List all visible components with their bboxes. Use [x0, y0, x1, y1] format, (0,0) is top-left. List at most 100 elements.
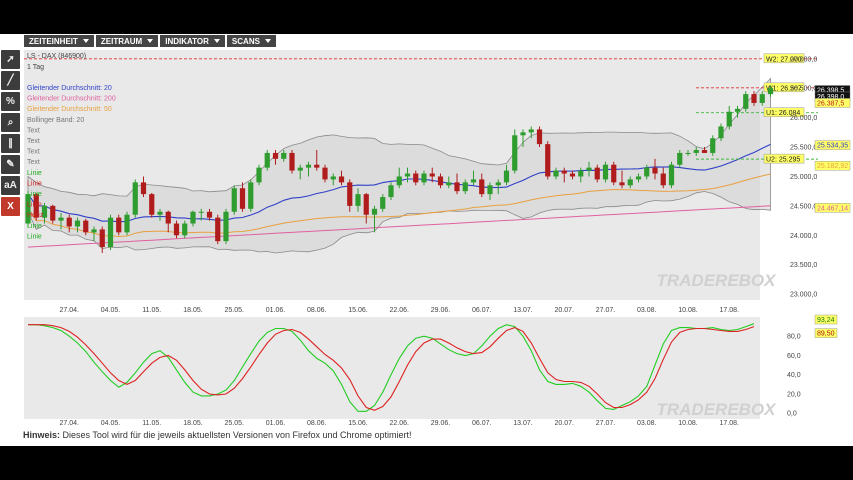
candle-body: [602, 164, 609, 180]
x-tick-label: 29.06.: [431, 307, 451, 314]
candle-body: [363, 194, 369, 215]
candle-body: [396, 176, 402, 186]
candle-body: [652, 167, 658, 174]
legend-entry: Linie: [27, 191, 42, 198]
chart-canvas[interactable]: TRADEREBOXTRADEREBOXW2: 27.000W1: 26.507…: [0, 34, 853, 446]
drawing-toolbar: ➚ ╱ % ⌕ ∥ ✎ aA X: [1, 50, 20, 218]
x-tick-label: 11.05.: [142, 307, 161, 314]
cursor-icon: ➚: [6, 54, 15, 65]
x-tick-label: 13.07.: [513, 420, 533, 427]
cursor-tool[interactable]: ➚: [1, 50, 20, 69]
candle-body: [99, 229, 105, 248]
candle-body: [83, 220, 89, 233]
candle-body: [91, 229, 97, 233]
candle-body: [413, 173, 419, 183]
candle-body: [264, 152, 270, 168]
zoom-tool[interactable]: ⌕: [1, 113, 20, 132]
x-tick-label: 25.05.: [225, 420, 245, 427]
candle-body: [322, 167, 328, 180]
oscillator-y-tick: 40,0: [787, 372, 801, 379]
candle-body: [347, 182, 353, 206]
candle-body: [198, 211, 204, 213]
y-tick-label: 25.500,0: [790, 145, 817, 152]
y-tick-label: 26.500,0: [790, 86, 817, 93]
magnifier-icon: ⌕: [7, 117, 14, 128]
x-tick-label: 18.05.: [183, 420, 203, 427]
legend-entry: Linie: [27, 202, 42, 209]
x-tick-label: 27.07.: [596, 307, 616, 314]
candle-body: [503, 170, 510, 183]
x-tick-label: 20.07.: [555, 307, 575, 314]
oscillator-y-tick: 0,0: [787, 411, 797, 418]
legend-entry: Gleitender Durchschnitt: 50: [27, 106, 112, 113]
candle-body: [74, 220, 81, 227]
x-tick-label: 25.05.: [225, 307, 245, 314]
hint-message: Dieses Tool wird für die jeweils aktuell…: [60, 430, 412, 440]
candle-body: [627, 179, 633, 186]
delete-tool[interactable]: X: [1, 197, 20, 216]
legend-entry: Text: [27, 127, 40, 134]
candle-body: [644, 167, 650, 177]
oscillator-value-label: 93,24: [817, 317, 835, 324]
menu-label: ZEITEINHEIT: [29, 36, 78, 46]
candle-body: [132, 182, 138, 215]
candle-body: [470, 179, 477, 183]
candle-body: [561, 170, 567, 174]
candle-body: [734, 108, 741, 112]
charting-app: TRADEREBOX TRADEREBOX W2: 27.000 W1: 26.507…: [0, 34, 853, 446]
menu-indikator[interactable]: INDIKATOR: [160, 35, 225, 47]
x-tick-label: 13.07.: [513, 307, 533, 314]
candle-body: [231, 188, 237, 212]
candle-body: [66, 217, 72, 227]
watermark-main: TRADEREBOX: [656, 271, 777, 290]
candle-body: [404, 173, 411, 177]
candle-body: [388, 185, 394, 198]
candle-body: [165, 211, 171, 224]
x-tick-label: 06.07.: [472, 307, 492, 314]
legend-entry: Bollinger Band: 20: [27, 117, 84, 124]
x-tick-label: 17.08.: [720, 420, 740, 427]
percent-tool[interactable]: %: [1, 92, 20, 111]
price-label: 25.182,92: [817, 163, 848, 170]
menu-label: SCANS: [231, 36, 260, 46]
parallel-lines-tool[interactable]: ∥: [1, 134, 20, 153]
candle-body: [528, 129, 534, 133]
legend-entry: Text: [27, 149, 40, 156]
menu-zeitraum[interactable]: ZEITRAUM: [95, 35, 159, 47]
candle-body: [446, 182, 452, 186]
candle-body: [569, 173, 576, 177]
candle-body: [50, 205, 56, 221]
menu-scans[interactable]: SCANS: [226, 35, 276, 47]
pencil-icon: ✎: [6, 159, 15, 170]
candle-body: [487, 185, 493, 195]
x-tick-label: 08.06.: [307, 420, 327, 427]
line-tool[interactable]: ╱: [1, 71, 20, 90]
y-tick-label: 27.000,0: [790, 56, 817, 63]
candle-body: [380, 197, 386, 209]
candle-body: [297, 167, 303, 171]
candle-body: [685, 152, 691, 154]
parallel-lines-icon: ∥: [8, 138, 13, 149]
x-tick-label: 15.06.: [348, 307, 368, 314]
y-tick-label: 24.000,0: [790, 233, 817, 240]
x-tick-label: 01.06.: [266, 307, 286, 314]
candle-body: [190, 211, 196, 224]
oscillator-y-tick: 60,0: [787, 353, 801, 360]
text-size-tool[interactable]: aA: [1, 176, 20, 195]
chart-title: LS - DAX (846900): [27, 53, 86, 60]
draw-tool[interactable]: ✎: [1, 155, 20, 174]
candle-body: [553, 170, 559, 177]
candle-body: [635, 176, 642, 180]
candle-body: [256, 167, 262, 183]
line-icon: ╱: [7, 75, 14, 86]
candle-body: [107, 217, 114, 248]
candle-body: [330, 176, 336, 180]
x-tick-label: 27.07.: [596, 420, 616, 427]
candle-body: [512, 135, 518, 171]
y-tick-label: 23.000,0: [790, 292, 817, 299]
hint-text: Hinweis: Dieses Tool wird für die jeweil…: [23, 430, 412, 440]
menu-label: ZEITRAUM: [100, 36, 143, 46]
candle-body: [182, 223, 188, 236]
menu-zeiteinheit[interactable]: ZEITEINHEIT: [24, 35, 94, 47]
legend-entry: Text: [27, 138, 40, 145]
